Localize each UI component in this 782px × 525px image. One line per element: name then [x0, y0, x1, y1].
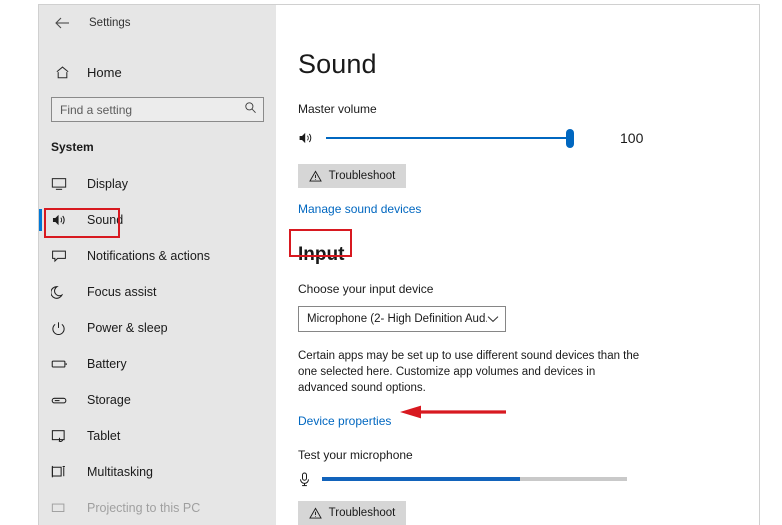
- sidebar-item-home[interactable]: Home: [39, 55, 276, 89]
- device-properties-link[interactable]: Device properties: [298, 414, 391, 428]
- input-device-value: Microphone (2- High Definition Aud...: [307, 313, 487, 325]
- sidebar: Settings Home System: [39, 5, 276, 525]
- master-volume-slider[interactable]: [326, 128, 574, 148]
- back-arrow-icon[interactable]: [47, 10, 77, 36]
- sidebar-item-home-label: Home: [87, 64, 122, 80]
- troubleshoot-button-output-label: Troubleshoot: [328, 170, 396, 182]
- battery-icon: [51, 358, 73, 370]
- power-icon: [51, 321, 73, 336]
- sidebar-section-header: System: [51, 140, 94, 154]
- sidebar-item-power-sleep[interactable]: Power & sleep: [39, 310, 276, 346]
- sidebar-item-storage-label: Storage: [87, 393, 131, 407]
- troubleshoot-button-output[interactable]: Troubleshoot: [298, 164, 406, 188]
- notification-icon: [51, 249, 73, 263]
- sidebar-item-display-label: Display: [87, 177, 128, 191]
- moon-icon: [51, 285, 73, 300]
- input-section-title: Input: [298, 244, 345, 265]
- manage-sound-devices-link-output[interactable]: Manage sound devices: [298, 202, 421, 216]
- microphone-level-fill: [322, 477, 521, 481]
- sidebar-item-storage[interactable]: Storage: [39, 382, 276, 418]
- sidebar-item-multitasking[interactable]: Multitasking: [39, 454, 276, 490]
- sidebar-item-projecting-to-this-pc[interactable]: Projecting to this PC: [39, 490, 276, 525]
- content-pane: Sound Master volume 100 Troubleshoot Man…: [276, 5, 759, 525]
- microphone-level-bar: [322, 477, 627, 481]
- tablet-icon: [51, 429, 73, 443]
- sidebar-item-projecting-to-this-pc-label: Projecting to this PC: [87, 501, 201, 515]
- speaker-icon: [51, 213, 73, 227]
- troubleshoot-button-input-label: Troubleshoot: [328, 506, 396, 519]
- warning-triangle-icon: [308, 170, 322, 182]
- sidebar-item-focus-assist[interactable]: Focus assist: [39, 274, 276, 310]
- test-your-microphone-label: Test your microphone: [298, 447, 413, 462]
- sidebar-item-power-sleep-label: Power & sleep: [87, 321, 168, 335]
- chevron-down-icon: [487, 315, 499, 323]
- sidebar-item-notifications-actions[interactable]: Notifications & actions: [39, 238, 276, 274]
- master-volume-value: 100: [620, 130, 644, 146]
- master-volume-row: 100: [298, 126, 759, 150]
- input-device-dropdown[interactable]: Microphone (2- High Definition Aud...: [298, 306, 506, 332]
- slider-track: [326, 137, 574, 139]
- sidebar-item-battery-label: Battery: [87, 357, 127, 371]
- speaker-icon: [298, 131, 320, 145]
- sidebar-item-battery[interactable]: Battery: [39, 346, 276, 382]
- microphone-icon: [298, 472, 316, 487]
- sidebar-nav-list: Display Sound Notifications & actions Fo…: [39, 166, 276, 525]
- sidebar-item-multitasking-label: Multitasking: [87, 465, 153, 479]
- input-description: Certain apps may be set up to use differ…: [298, 350, 640, 394]
- troubleshoot-button-input[interactable]: Troubleshoot: [298, 500, 406, 525]
- choose-input-device-label: Choose your input device: [298, 282, 434, 296]
- home-icon: [51, 65, 73, 80]
- sidebar-item-tablet[interactable]: Tablet: [39, 418, 276, 454]
- titlebar: Settings: [39, 5, 276, 41]
- window-title: Settings: [89, 17, 131, 29]
- sidebar-item-tablet-label: Tablet: [87, 429, 121, 443]
- monitor-icon: [51, 177, 73, 191]
- master-volume-label: Master volume: [298, 102, 377, 116]
- sidebar-item-sound-label: Sound: [87, 213, 124, 227]
- sidebar-item-focus-assist-label: Focus assist: [87, 285, 157, 299]
- slider-thumb[interactable]: [566, 129, 574, 148]
- input-section-title-wrap: Input: [298, 244, 344, 266]
- search-container: [51, 97, 264, 122]
- storage-icon: [51, 395, 73, 406]
- multitasking-icon: [51, 465, 73, 479]
- sidebar-item-sound[interactable]: Sound: [39, 202, 276, 238]
- projecting-icon: [51, 502, 73, 515]
- sidebar-item-display[interactable]: Display: [39, 166, 276, 202]
- sidebar-item-notifications-actions-label: Notifications & actions: [87, 249, 210, 263]
- settings-window: Settings Home System: [38, 4, 760, 525]
- warning-triangle-icon: [308, 506, 322, 519]
- page-title: Sound: [298, 49, 377, 79]
- microphone-level-row: [298, 472, 759, 487]
- search-input[interactable]: [51, 97, 264, 122]
